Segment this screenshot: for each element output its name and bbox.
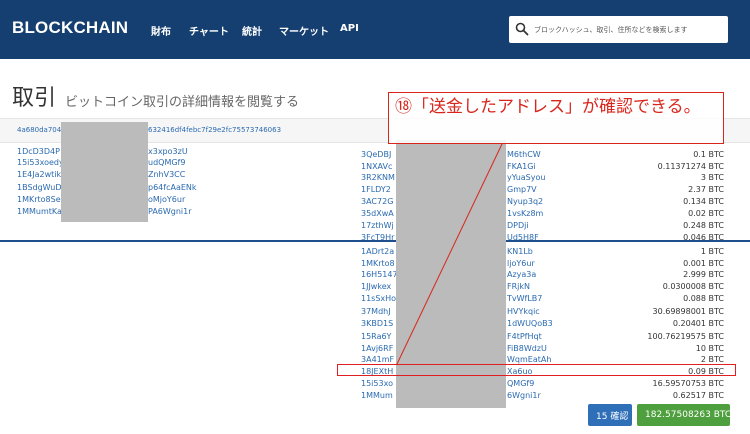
output-address-start[interactable]: 17zthWj	[361, 221, 394, 230]
nav-item-markets[interactable]: マーケット	[279, 23, 329, 38]
output-address-end[interactable]: HVYkqic	[507, 307, 540, 316]
annotation-callout: ⑱「送金したアドレス」が確認できる。	[388, 92, 724, 144]
output-address-start[interactable]: 1MMum	[361, 391, 393, 400]
output-address-end[interactable]: DPDji	[507, 221, 529, 230]
output-address-end[interactable]: F4tPfHqt	[507, 332, 542, 341]
output-amount: 0.20401 BTC	[672, 319, 724, 328]
output-address-end[interactable]: FiB8WdzU	[507, 344, 547, 353]
output-address-end[interactable]: QMGf9	[507, 379, 534, 388]
output-address-start[interactable]: 3A41mF	[361, 355, 394, 364]
output-address-start[interactable]: 16H5147	[361, 270, 398, 279]
output-amount: 0.088 BTC	[683, 294, 724, 303]
output-address-start[interactable]: 15i53xo	[361, 379, 393, 388]
output-address-start[interactable]: 1ADrt2a	[361, 247, 394, 256]
redaction-block-inputs	[61, 122, 148, 222]
input-address-start[interactable]: 1MMumtKa	[17, 207, 62, 216]
input-address-start[interactable]: 1DcD3D4P	[17, 147, 60, 156]
tx-hash-link-end[interactable]: 632416df4febc7f29e2fc75573746063	[148, 126, 281, 134]
output-address-start[interactable]: 1JJwkex	[361, 282, 391, 291]
output-amount: 0.1 BTC	[693, 150, 724, 159]
output-amount: 2 BTC	[700, 355, 724, 364]
output-address-start[interactable]: 3FcT9Hr	[361, 233, 394, 242]
input-address-end[interactable]: udQMGf9	[148, 158, 185, 167]
output-address-end[interactable]: yYuaSyou	[507, 173, 545, 182]
output-address-end[interactable]: Nyup3q2	[507, 197, 543, 206]
output-address-end[interactable]: 1vsKz8m	[507, 209, 543, 218]
page-title: 取引	[12, 86, 57, 111]
output-address-end[interactable]: 6Wgni1r	[507, 391, 541, 400]
output-address-end[interactable]: Ud5H8F	[507, 233, 539, 242]
confirmations-button[interactable]: 15 確認	[588, 404, 632, 426]
output-amount: 3 BTC	[700, 173, 724, 182]
input-address-end[interactable]: ZnhV3CC	[148, 170, 185, 179]
output-address-start[interactable]: 1Avj6RF	[361, 344, 393, 353]
nav-item-api[interactable]: API	[340, 23, 359, 34]
output-amount: 0.134 BTC	[683, 197, 724, 206]
output-amount: 0.248 BTC	[683, 221, 724, 230]
output-address-end[interactable]: Gmp7V	[507, 185, 537, 194]
input-address-end[interactable]: PA6Wgni1r	[148, 207, 192, 216]
output-amount: 2.37 BTC	[688, 185, 724, 194]
output-address-end[interactable]: TvWfLB7	[507, 294, 542, 303]
input-address-end[interactable]: x3xpo3zU	[148, 147, 188, 156]
nav-item-wallet[interactable]: 財布	[151, 23, 171, 38]
brand-logo[interactable]: BLOCKCHAIN	[12, 18, 128, 38]
output-address-start[interactable]: 3QeDBJ	[361, 150, 391, 159]
search-input[interactable]	[534, 19, 724, 40]
highlight-box	[337, 364, 736, 376]
output-amount: 100.76219575 BTC	[647, 332, 724, 341]
output-amount: 0.046 BTC	[683, 233, 724, 242]
output-amount: 16.59570753 BTC	[652, 379, 724, 388]
output-address-start[interactable]: 1MKrto8	[361, 259, 395, 268]
output-address-end[interactable]: FKA1Gi	[507, 162, 536, 171]
navbar: BLOCKCHAIN 財布 チャート 統計 マーケット API	[0, 0, 750, 59]
output-address-start[interactable]: 37MdhJ	[361, 307, 391, 316]
output-address-end[interactable]: WqmEatAh	[507, 355, 551, 364]
output-address-start[interactable]: 35dXwA	[361, 209, 394, 218]
output-address-start[interactable]: 1NXAVc	[361, 162, 392, 171]
output-amount: 0.11371274 BTC	[657, 162, 724, 171]
search-box	[509, 16, 728, 43]
input-address-start[interactable]: 1BSdgWuD	[17, 183, 62, 192]
output-amount: 1 BTC	[700, 247, 724, 256]
output-address-end[interactable]: M6thCW	[507, 150, 541, 159]
output-address-start[interactable]: 3R2KNM	[361, 173, 395, 182]
output-address-start[interactable]: 3KBD1S	[361, 319, 393, 328]
input-address-start[interactable]: 1MKrto8Se	[17, 195, 61, 204]
output-amount: 0.001 BTC	[683, 259, 724, 268]
output-amount: 0.02 BTC	[688, 209, 724, 218]
tx-hash-link-start[interactable]: 4a680da704b	[17, 126, 66, 134]
output-amount: 0.0300008 BTC	[662, 282, 724, 291]
input-address-end[interactable]: p64fcAaENk	[148, 183, 197, 192]
output-address-end[interactable]: FRjkN	[507, 282, 530, 291]
input-address-start[interactable]: 15i53xoedy	[17, 158, 64, 167]
output-address-end[interactable]: KN1Lb	[507, 247, 533, 256]
annotation-text: ⑱「送金したアドレス」が確認できる。	[395, 97, 701, 117]
output-amount: 2.999 BTC	[683, 270, 724, 279]
output-address-start[interactable]: 11sSxHo	[361, 294, 396, 303]
input-address-end[interactable]: oMjoY6ur	[148, 195, 185, 204]
output-address-start[interactable]: 1FLDY2	[361, 185, 391, 194]
output-amount: 10 BTC	[695, 344, 724, 353]
output-address-end[interactable]: Azya3a	[507, 270, 536, 279]
output-amount: 0.62517 BTC	[672, 391, 724, 400]
nav-item-charts[interactable]: チャート	[189, 23, 229, 38]
output-address-end[interactable]: ljoY6ur	[507, 259, 535, 268]
output-address-start[interactable]: 3AC72G	[361, 197, 393, 206]
input-address-start[interactable]: 1E4Ja2wtik	[17, 170, 61, 179]
nav-item-stats[interactable]: 統計	[242, 23, 262, 38]
total-amount-button[interactable]: 182.57508263 BTC	[637, 404, 731, 426]
output-amount: 30.69898001 BTC	[652, 307, 724, 316]
output-address-start[interactable]: 15Ra6Y	[361, 332, 391, 341]
output-address-end[interactable]: 1dWUQoB3	[507, 319, 553, 328]
search-icon[interactable]	[515, 22, 529, 36]
page-subtitle: ビットコイン取引の詳細情報を閲覧する	[65, 95, 300, 110]
